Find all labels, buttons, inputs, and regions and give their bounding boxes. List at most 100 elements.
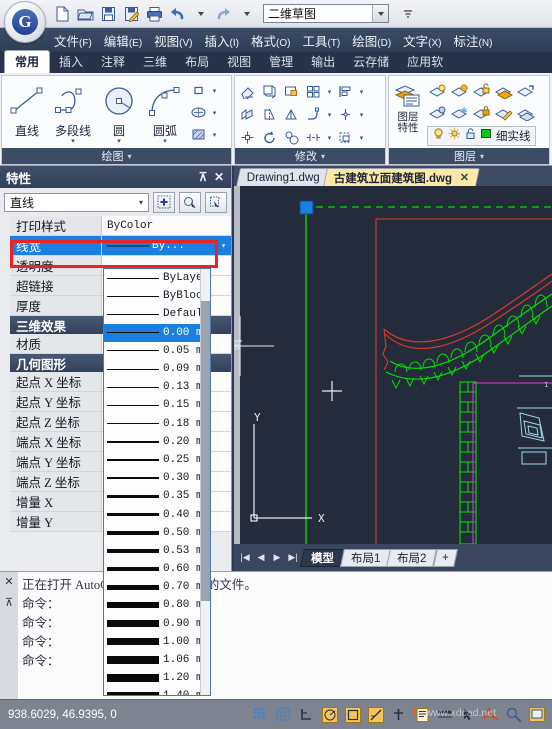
new-icon[interactable] — [52, 3, 73, 24]
layer-match-icon[interactable] — [493, 102, 514, 123]
lineweight-option[interactable]: 1.00 mm — [104, 633, 209, 651]
chevron-down-icon[interactable]: ▾ — [325, 81, 334, 102]
fillet-icon[interactable] — [303, 104, 324, 125]
ribbon-tab-layout[interactable]: 布局 — [176, 51, 218, 73]
chevron-down-icon[interactable]: ▾ — [71, 138, 75, 145]
ribbon-tab-3d[interactable]: 三维 — [134, 51, 176, 73]
close-icon[interactable]: ✕ — [4, 575, 13, 588]
arc-button[interactable]: 圆弧 ▾ — [142, 78, 188, 145]
object-snap-icon[interactable] — [343, 705, 362, 724]
ellipse-icon[interactable] — [188, 102, 209, 123]
polar-tracking-icon[interactable] — [320, 705, 339, 724]
document-tab-active[interactable]: 古建筑立面建筑图.dwg ✕ — [322, 168, 481, 186]
drawing-canvas[interactable]: 1 8 Y X — [234, 186, 552, 544]
snap-grid-icon[interactable] — [251, 705, 270, 724]
chevron-down-icon[interactable]: ▾ — [210, 124, 219, 145]
selected-object-combo[interactable]: 直线 ▾ — [4, 192, 149, 212]
lineweight-option[interactable]: 0.40 mm — [104, 505, 209, 523]
application-menu-button[interactable]: G — [4, 1, 46, 43]
menu-item-dimension[interactable]: 标注(N) — [448, 29, 499, 52]
lineweight-scrollbar[interactable] — [200, 269, 210, 695]
layer-panel-title[interactable]: 图层 ▾ — [389, 148, 549, 164]
coordinate-display[interactable]: 938.6029, 46.9395, 0 — [0, 709, 117, 721]
rectangle-icon[interactable] — [188, 80, 209, 101]
save-icon[interactable] — [98, 3, 119, 24]
ribbon-tab-home[interactable]: 常用 — [4, 50, 51, 73]
hatch-icon[interactable] — [188, 124, 209, 145]
lineweight-option[interactable]: 0.05 mm — [104, 342, 209, 360]
ribbon-tab-cloud[interactable]: 云存储 — [344, 51, 398, 73]
rotate-icon[interactable] — [259, 127, 280, 148]
layer-iso-icon[interactable] — [515, 102, 536, 123]
ribbon-tab-manage[interactable]: 管理 — [260, 51, 302, 73]
close-icon[interactable]: ✕ — [460, 171, 469, 184]
chevron-down-icon[interactable] — [372, 5, 388, 22]
layer-unlock-icon[interactable] — [471, 80, 492, 101]
lineweight-option[interactable]: Default — [104, 305, 209, 323]
select-object-icon[interactable] — [179, 191, 201, 213]
close-icon[interactable]: ✕ — [211, 170, 227, 184]
stretch-icon[interactable] — [303, 127, 324, 148]
layer-prev-icon[interactable] — [515, 80, 536, 101]
layout-tab-model[interactable]: 模型 — [300, 548, 345, 567]
lineweight-option[interactable]: 0.35 mm — [104, 487, 209, 505]
layer-lock-icon[interactable] — [471, 102, 492, 123]
chevron-down-icon[interactable]: ▾ — [357, 81, 366, 102]
lineweight-option[interactable]: 0.15 mm — [104, 396, 209, 414]
chevron-down-icon[interactable]: ▾ — [321, 152, 325, 161]
break-icon[interactable] — [335, 104, 356, 125]
menu-item-format[interactable]: 格式(O) — [245, 29, 296, 52]
workspace-switch-icon[interactable] — [527, 705, 546, 724]
array-icon[interactable] — [303, 81, 324, 102]
trim-icon[interactable] — [259, 104, 280, 125]
chevron-down-icon[interactable]: ▾ — [163, 138, 167, 145]
draw-panel-title[interactable]: 绘图 ▾ — [2, 148, 231, 164]
grid-display-icon[interactable] — [274, 705, 293, 724]
sun-icon[interactable] — [448, 127, 461, 145]
qat-overflow-icon[interactable] — [397, 3, 418, 24]
chevron-down-icon[interactable]: ▾ — [325, 104, 334, 125]
align-icon[interactable] — [335, 81, 356, 102]
lineweight-option[interactable]: 1.20 mm — [104, 669, 209, 687]
lineweight-option[interactable]: 0.25 mm — [104, 451, 209, 469]
layout-tab-layout1[interactable]: 布局1 — [340, 548, 392, 567]
chevron-down-icon[interactable]: ▾ — [117, 138, 121, 145]
undo-icon[interactable] — [167, 3, 188, 24]
dynamic-input-icon[interactable] — [412, 705, 431, 724]
lineweight-option[interactable]: 0.80 mm — [104, 596, 209, 614]
menu-item-edit[interactable]: 编辑(E) — [98, 29, 148, 52]
unlock-icon[interactable] — [464, 127, 477, 145]
property-value[interactable]: By... ▾ — [102, 236, 231, 256]
copy-icon[interactable] — [259, 81, 280, 102]
scrollbar-thumb[interactable] — [201, 301, 210, 601]
lineweight-option[interactable]: ByLayer — [104, 269, 209, 287]
quick-select-icon[interactable] — [205, 191, 227, 213]
menu-item-tools[interactable]: 工具(T) — [296, 29, 346, 52]
offset-icon[interactable] — [237, 104, 258, 125]
layer-off-icon[interactable] — [427, 102, 448, 123]
mirror-icon[interactable] — [281, 81, 302, 102]
prev-icon[interactable]: ◀ — [254, 549, 268, 567]
layer-thaw-icon[interactable] — [449, 102, 470, 123]
color-swatch-icon[interactable] — [480, 127, 493, 145]
scale-icon[interactable] — [281, 127, 302, 148]
modify-panel-title[interactable]: 修改 ▾ — [235, 148, 385, 164]
dynamic-ucs-icon[interactable] — [389, 705, 408, 724]
redo-dropdown-icon[interactable] — [236, 3, 257, 24]
ortho-icon[interactable] — [297, 705, 316, 724]
lineweight-option[interactable]: 0.30 mm — [104, 469, 209, 487]
lineweight-option[interactable]: 0.50 mm — [104, 524, 209, 542]
next-icon[interactable]: ▶ — [270, 549, 284, 567]
lineweight-option[interactable]: 1.06 mm — [104, 651, 209, 669]
layer-freeze-icon[interactable] — [449, 80, 470, 101]
pickadd-icon[interactable] — [153, 191, 175, 213]
layer-merge-icon[interactable] — [493, 80, 514, 101]
layout-tab-add[interactable]: + — [432, 548, 458, 567]
layout-tab-layout2[interactable]: 布局2 — [386, 548, 438, 567]
lineweight-option[interactable]: 0.20 mm — [104, 433, 209, 451]
lineweight-option[interactable]: 0.60 mm — [104, 560, 209, 578]
pin-icon[interactable]: ⊼ — [195, 170, 211, 184]
ribbon-tab-output[interactable]: 输出 — [302, 51, 344, 73]
menu-item-text[interactable]: 文字(X) — [397, 29, 447, 52]
lineweight-option[interactable]: 0.13 mm — [104, 378, 209, 396]
